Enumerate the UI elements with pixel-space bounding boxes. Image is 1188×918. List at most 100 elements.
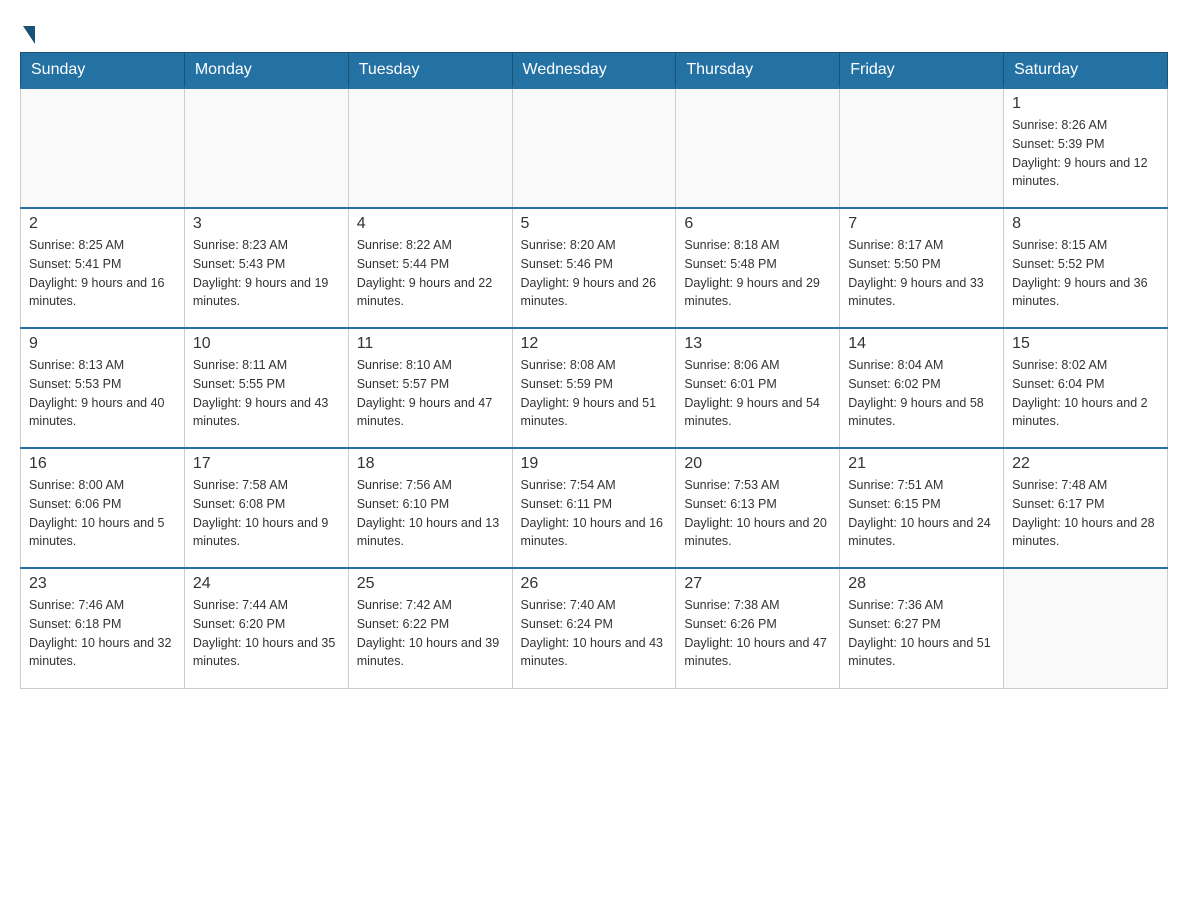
day-info: Sunrise: 8:18 AMSunset: 5:48 PMDaylight:…	[684, 236, 831, 311]
weekday-header-friday: Friday	[840, 53, 1004, 89]
calendar-cell: 7 Sunrise: 8:17 AMSunset: 5:50 PMDaylight…	[840, 208, 1004, 328]
day-info: Sunrise: 7:38 AMSunset: 6:26 PMDaylight:…	[684, 596, 831, 671]
calendar-cell: 27Sunrise: 7:38 AMSunset: 6:26 PMDayligh…	[676, 568, 840, 688]
day-number: 4	[357, 215, 504, 233]
calendar-cell	[21, 88, 185, 208]
day-number: 15	[1012, 335, 1159, 353]
day-info: Sunrise: 8:26 AMSunset: 5:39 PMDaylight:…	[1012, 116, 1159, 191]
calendar-cell	[676, 88, 840, 208]
day-info: Sunrise: 7:42 AMSunset: 6:22 PMDaylight:…	[357, 596, 504, 671]
calendar-cell: 26 Sunrise: 7:40 AMSunset: 6:24 PMDayligh…	[512, 568, 676, 688]
day-number: 20	[684, 455, 831, 473]
day-number: 22	[1012, 455, 1159, 473]
day-info: Sunrise: 8:10 AMSunset: 5:57 PMDaylight:…	[357, 356, 504, 431]
day-number: 3	[193, 215, 340, 233]
calendar-cell: 14 Sunrise: 8:04 AMSunset: 6:02 PMDayligh…	[840, 328, 1004, 448]
logo	[20, 20, 35, 42]
page-header	[20, 20, 1168, 42]
calendar-cell: 12 Sunrise: 8:08 AMSunset: 5:59 PMDayligh…	[512, 328, 676, 448]
calendar-cell: 17 Sunrise: 7:58 AMSunset: 6:08 PMDayligh…	[184, 448, 348, 568]
day-number: 1	[1012, 95, 1159, 113]
calendar-cell: 10 Sunrise: 8:11 AMSunset: 5:55 PMDayligh…	[184, 328, 348, 448]
day-number: 23	[29, 575, 176, 593]
calendar-cell: 3 Sunrise: 8:23 AMSunset: 5:43 PMDaylight…	[184, 208, 348, 328]
day-number: 14	[848, 335, 995, 353]
day-number: 26	[521, 575, 668, 593]
calendar-cell: 16Sunrise: 8:00 AMSunset: 6:06 PMDayligh…	[21, 448, 185, 568]
day-number: 10	[193, 335, 340, 353]
calendar-cell: 22 Sunrise: 7:48 AMSunset: 6:17 PMDayligh…	[1004, 448, 1168, 568]
day-info: Sunrise: 8:04 AMSunset: 6:02 PMDaylight:…	[848, 356, 995, 431]
calendar-cell: 21 Sunrise: 7:51 AMSunset: 6:15 PMDayligh…	[840, 448, 1004, 568]
calendar-table: SundayMondayTuesdayWednesdayThursdayFrid…	[20, 52, 1168, 689]
day-info: Sunrise: 8:02 AMSunset: 6:04 PMDaylight:…	[1012, 356, 1159, 431]
week-row-3: 9 Sunrise: 8:13 AMSunset: 5:53 PMDaylight…	[21, 328, 1168, 448]
calendar-cell: 20 Sunrise: 7:53 AMSunset: 6:13 PMDayligh…	[676, 448, 840, 568]
day-info: Sunrise: 7:51 AMSunset: 6:15 PMDaylight:…	[848, 476, 995, 551]
day-number: 13	[684, 335, 831, 353]
week-row-2: 2 Sunrise: 8:25 AMSunset: 5:41 PMDaylight…	[21, 208, 1168, 328]
day-info: Sunrise: 8:20 AMSunset: 5:46 PMDaylight:…	[521, 236, 668, 311]
day-number: 9	[29, 335, 176, 353]
day-number: 24	[193, 575, 340, 593]
week-row-4: 16Sunrise: 8:00 AMSunset: 6:06 PMDayligh…	[21, 448, 1168, 568]
calendar-cell: 23 Sunrise: 7:46 AMSunset: 6:18 PMDayligh…	[21, 568, 185, 688]
day-number: 12	[521, 335, 668, 353]
calendar-cell: 19 Sunrise: 7:54 AMSunset: 6:11 PMDayligh…	[512, 448, 676, 568]
day-info: Sunrise: 8:17 AMSunset: 5:50 PMDaylight:…	[848, 236, 995, 311]
day-number: 25	[357, 575, 504, 593]
day-info: Sunrise: 7:56 AMSunset: 6:10 PMDaylight:…	[357, 476, 504, 551]
day-info: Sunrise: 7:36 AMSunset: 6:27 PMDaylight:…	[848, 596, 995, 671]
calendar-cell: 15 Sunrise: 8:02 AMSunset: 6:04 PMDayligh…	[1004, 328, 1168, 448]
day-info: Sunrise: 7:53 AMSunset: 6:13 PMDaylight:…	[684, 476, 831, 551]
calendar-cell: 11 Sunrise: 8:10 AMSunset: 5:57 PMDayligh…	[348, 328, 512, 448]
calendar-header-row: SundayMondayTuesdayWednesdayThursdayFrid…	[21, 53, 1168, 89]
calendar-cell: 8 Sunrise: 8:15 AMSunset: 5:52 PMDaylight…	[1004, 208, 1168, 328]
calendar-cell: 6 Sunrise: 8:18 AMSunset: 5:48 PMDaylight…	[676, 208, 840, 328]
calendar-cell	[348, 88, 512, 208]
day-info: Sunrise: 7:44 AMSunset: 6:20 PMDaylight:…	[193, 596, 340, 671]
calendar-cell: 4 Sunrise: 8:22 AMSunset: 5:44 PMDaylight…	[348, 208, 512, 328]
day-info: Sunrise: 8:23 AMSunset: 5:43 PMDaylight:…	[193, 236, 340, 311]
calendar-cell	[1004, 568, 1168, 688]
calendar-cell: 2 Sunrise: 8:25 AMSunset: 5:41 PMDaylight…	[21, 208, 185, 328]
day-number: 6	[684, 215, 831, 233]
calendar-cell: 24 Sunrise: 7:44 AMSunset: 6:20 PMDayligh…	[184, 568, 348, 688]
day-info: Sunrise: 7:46 AMSunset: 6:18 PMDaylight:…	[29, 596, 176, 671]
calendar-cell: 13 Sunrise: 8:06 AMSunset: 6:01 PMDayligh…	[676, 328, 840, 448]
day-info: Sunrise: 8:25 AMSunset: 5:41 PMDaylight:…	[29, 236, 176, 311]
calendar-cell: 5 Sunrise: 8:20 AMSunset: 5:46 PMDaylight…	[512, 208, 676, 328]
day-number: 7	[848, 215, 995, 233]
day-info: Sunrise: 8:11 AMSunset: 5:55 PMDaylight:…	[193, 356, 340, 431]
day-info: Sunrise: 8:00 AMSunset: 6:06 PMDaylight:…	[29, 476, 176, 551]
day-info: Sunrise: 7:58 AMSunset: 6:08 PMDaylight:…	[193, 476, 340, 551]
calendar-cell	[512, 88, 676, 208]
day-info: Sunrise: 7:54 AMSunset: 6:11 PMDaylight:…	[521, 476, 668, 551]
calendar-cell	[840, 88, 1004, 208]
day-number: 2	[29, 215, 176, 233]
day-info: Sunrise: 8:13 AMSunset: 5:53 PMDaylight:…	[29, 356, 176, 431]
day-info: Sunrise: 7:40 AMSunset: 6:24 PMDaylight:…	[521, 596, 668, 671]
day-info: Sunrise: 8:22 AMSunset: 5:44 PMDaylight:…	[357, 236, 504, 311]
calendar-cell: 28 Sunrise: 7:36 AMSunset: 6:27 PMDayligh…	[840, 568, 1004, 688]
day-info: Sunrise: 8:15 AMSunset: 5:52 PMDaylight:…	[1012, 236, 1159, 311]
weekday-header-monday: Monday	[184, 53, 348, 89]
day-number: 21	[848, 455, 995, 473]
day-info: Sunrise: 7:48 AMSunset: 6:17 PMDaylight:…	[1012, 476, 1159, 551]
weekday-header-sunday: Sunday	[21, 53, 185, 89]
week-row-1: 1 Sunrise: 8:26 AMSunset: 5:39 PMDaylight…	[21, 88, 1168, 208]
day-info: Sunrise: 8:08 AMSunset: 5:59 PMDaylight:…	[521, 356, 668, 431]
weekday-header-saturday: Saturday	[1004, 53, 1168, 89]
day-number: 5	[521, 215, 668, 233]
day-number: 18	[357, 455, 504, 473]
day-number: 28	[848, 575, 995, 593]
calendar-cell: 1 Sunrise: 8:26 AMSunset: 5:39 PMDaylight…	[1004, 88, 1168, 208]
calendar-cell: 18 Sunrise: 7:56 AMSunset: 6:10 PMDayligh…	[348, 448, 512, 568]
day-info: Sunrise: 8:06 AMSunset: 6:01 PMDaylight:…	[684, 356, 831, 431]
week-row-5: 23 Sunrise: 7:46 AMSunset: 6:18 PMDayligh…	[21, 568, 1168, 688]
day-number: 11	[357, 335, 504, 353]
day-number: 19	[521, 455, 668, 473]
day-number: 17	[193, 455, 340, 473]
day-number: 8	[1012, 215, 1159, 233]
calendar-cell: 9 Sunrise: 8:13 AMSunset: 5:53 PMDaylight…	[21, 328, 185, 448]
